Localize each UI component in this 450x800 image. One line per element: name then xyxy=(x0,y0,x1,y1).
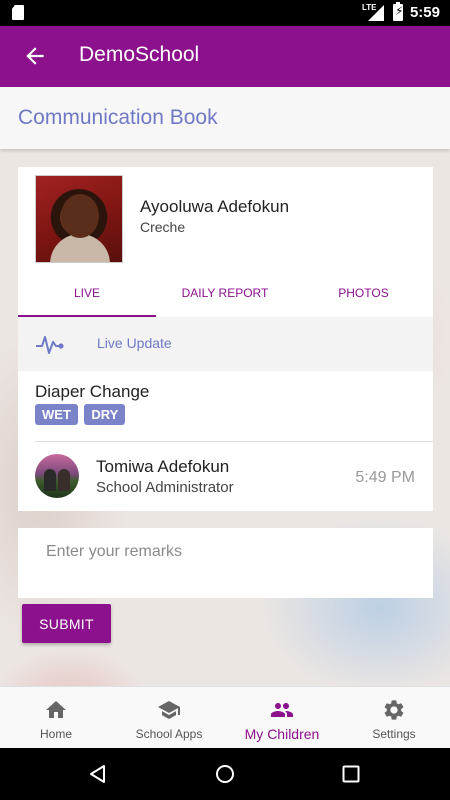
back-triangle-icon[interactable] xyxy=(88,764,108,784)
remarks-box xyxy=(18,528,433,598)
child-photo xyxy=(35,175,123,263)
nav-school-apps[interactable]: School Apps xyxy=(113,687,225,749)
nav-settings-label: Settings xyxy=(372,727,416,741)
pulse-icon xyxy=(36,336,64,354)
page-title: Communication Book xyxy=(18,106,218,129)
network-type: LTE xyxy=(362,3,377,12)
nav-home[interactable]: Home xyxy=(0,687,112,749)
author-avatar xyxy=(35,454,79,498)
tag-dry: DRY xyxy=(84,404,126,425)
status-time: 5:59 xyxy=(409,4,440,21)
divider xyxy=(35,441,433,442)
recents-square-icon[interactable] xyxy=(341,764,361,784)
live-feed: Live Update Diaper Change WET DRY Tomiwa… xyxy=(18,317,433,511)
back-arrow-icon[interactable] xyxy=(22,43,48,69)
people-icon xyxy=(271,703,293,717)
avatar-person-shape xyxy=(44,469,56,491)
event-title: Diaper Change xyxy=(35,382,150,401)
event-tags: WET DRY xyxy=(35,404,127,425)
photo-body-shape xyxy=(50,234,110,262)
home-circle-icon[interactable] xyxy=(215,764,235,784)
app-title: DemoSchool xyxy=(79,43,200,66)
status-bar: LTE ⚡ 5:59 xyxy=(0,0,450,26)
content-area: Communication Book Ayooluwa Adefokun Cre… xyxy=(0,87,450,686)
tab-daily-report[interactable]: DAILY REPORT xyxy=(156,271,294,317)
tab-photos[interactable]: PHOTOS xyxy=(294,271,433,317)
sd-card-icon xyxy=(12,5,24,20)
nav-home-label: Home xyxy=(39,727,72,741)
author-role: School Administrator xyxy=(96,479,234,496)
page-header: Communication Book xyxy=(0,87,450,149)
nav-settings[interactable]: Settings xyxy=(338,687,450,749)
photo-face-shape xyxy=(61,194,99,238)
avatar-person-shape xyxy=(58,469,70,491)
child-name: Ayooluwa Adefokun xyxy=(140,197,290,216)
live-update-row: Live Update xyxy=(18,317,433,371)
submit-button[interactable]: SUBMIT xyxy=(22,604,111,643)
remarks-input[interactable] xyxy=(18,528,433,598)
tag-wet: WET xyxy=(35,404,78,425)
graduation-cap-icon xyxy=(158,701,180,719)
bottom-nav: Home School Apps My Children Settings xyxy=(0,686,450,748)
tab-bar: LIVE DAILY REPORT PHOTOS xyxy=(18,271,433,317)
gear-icon xyxy=(384,700,404,720)
tab-live[interactable]: LIVE xyxy=(18,271,156,317)
nav-my-children-label: My Children xyxy=(244,726,320,742)
charging-icon: ⚡ xyxy=(395,4,404,18)
nav-my-children[interactable]: My Children xyxy=(226,687,338,749)
event-time: 5:49 PM xyxy=(355,469,415,486)
system-nav-bar xyxy=(0,748,450,800)
home-icon xyxy=(46,701,66,718)
child-class: Creche xyxy=(140,219,186,235)
nav-school-apps-label: School Apps xyxy=(135,727,203,741)
child-card: Ayooluwa Adefokun Creche xyxy=(18,167,433,271)
author-name: Tomiwa Adefokun xyxy=(96,457,230,476)
app-bar: DemoSchool xyxy=(0,26,450,87)
live-update-label: Live Update xyxy=(97,335,172,351)
